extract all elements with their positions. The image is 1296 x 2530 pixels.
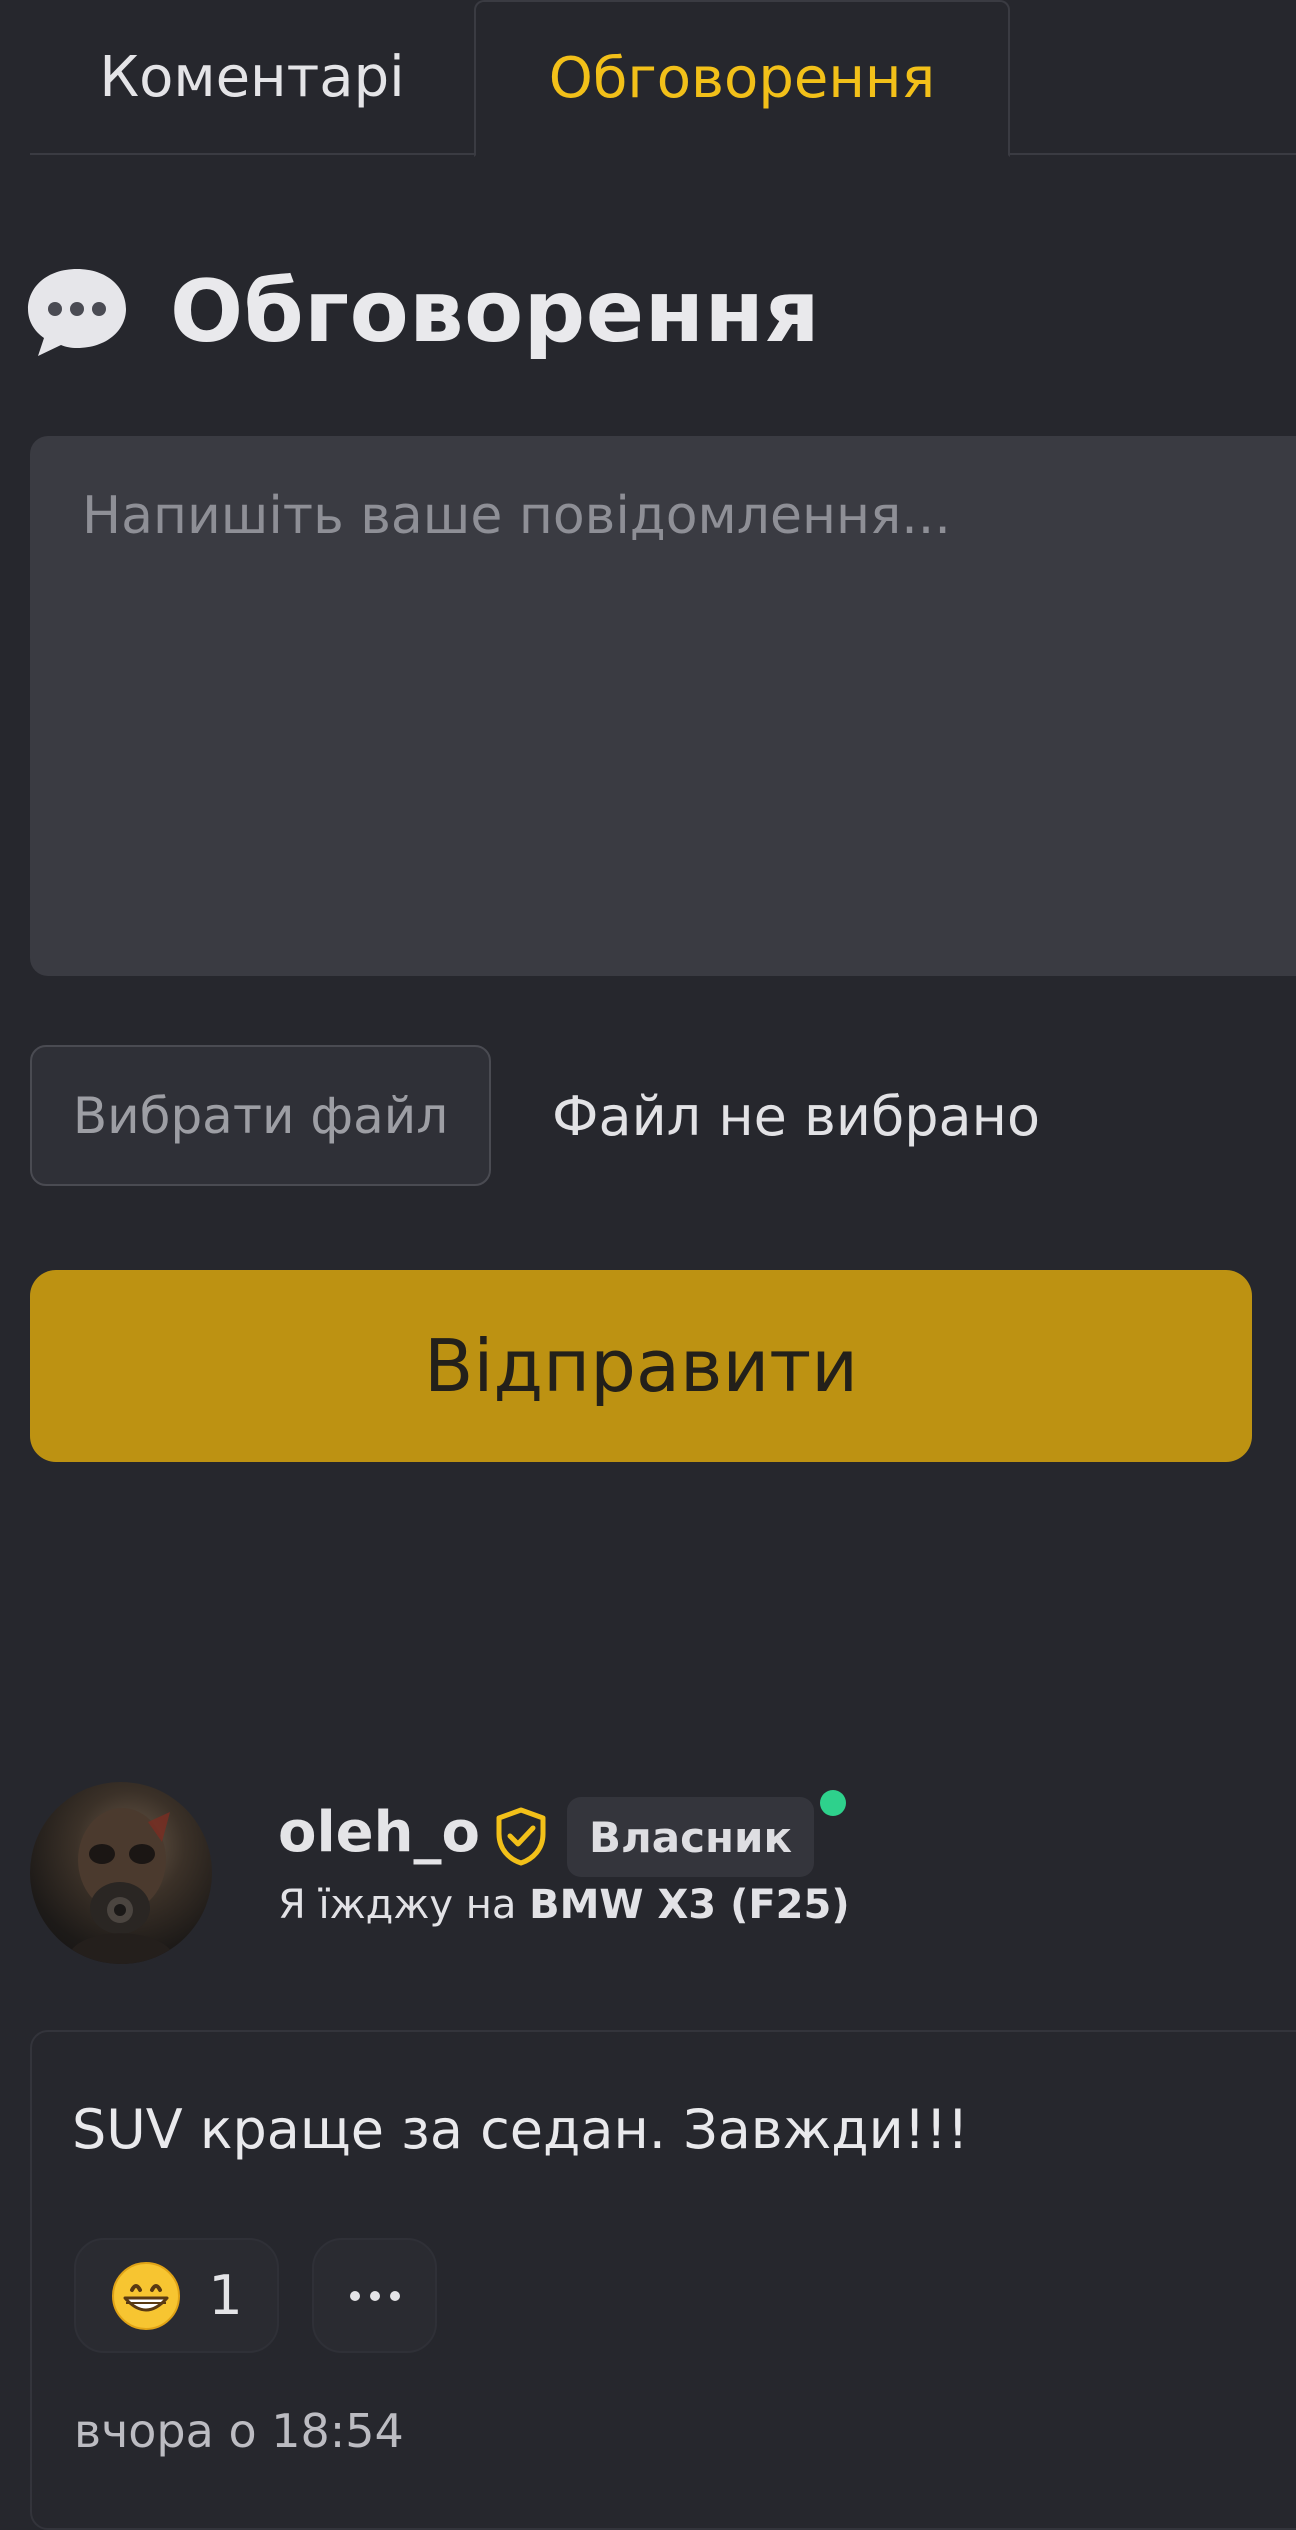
car-prefix: Я їжджу на [278,1882,517,1928]
ellipsis-icon [349,2290,400,2301]
speech-bubble-icon [28,268,126,356]
role-badge: Власник [567,1797,814,1877]
send-button[interactable]: Відправити [30,1270,1252,1462]
avatar-image [70,1808,172,1964]
page-title: Обговорення [170,262,821,362]
user-car-line: Я їжджу на BMW X3 (F25) [278,1882,850,1928]
tab-discussion[interactable]: Обговорення [474,0,1010,157]
reaction-button[interactable]: 1 [74,2238,279,2353]
username[interactable]: oleh_o [278,1800,480,1865]
file-status-text: Файл не вибрано [552,1085,1040,1148]
online-status-indicator [820,1790,846,1816]
reaction-count: 1 [208,2264,243,2327]
post-text: SUV краще за седан. Завжди!!! [72,2098,969,2161]
verified-shield-icon [496,1807,546,1866]
post-timestamp: вчора о 18:54 [74,2404,404,2458]
message-input[interactable] [30,436,1296,976]
tab-bar: Коментарі Обговорення [30,0,1296,157]
car-model-link[interactable]: BMW X3 (F25) [529,1882,850,1928]
grinning-face-icon [112,2261,181,2330]
section-heading: Обговорення [25,262,820,362]
tab-comments[interactable]: Коментарі [30,0,474,155]
more-options-button[interactable] [312,2238,437,2353]
avatar[interactable] [30,1782,212,1964]
choose-file-button[interactable]: Вибрати файл [30,1045,491,1186]
